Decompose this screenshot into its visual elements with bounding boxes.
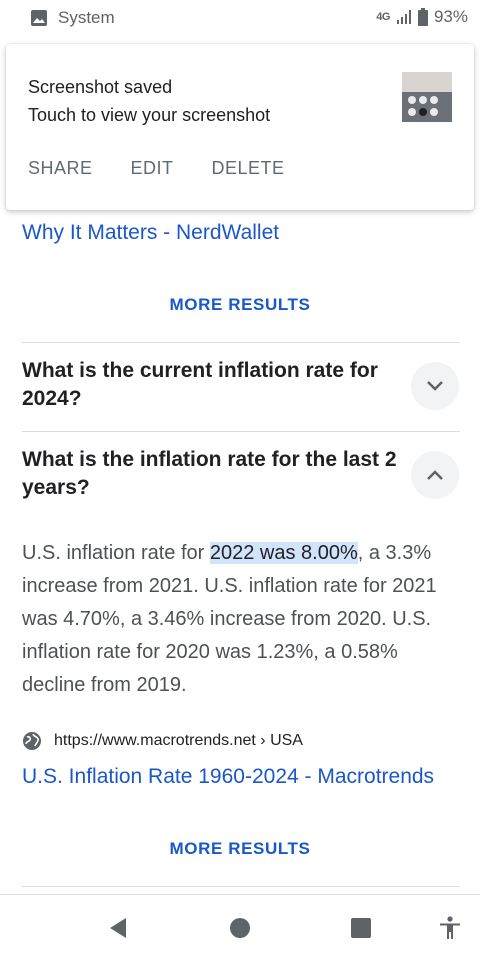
battery-icon (417, 8, 428, 26)
navigation-bar (0, 894, 480, 961)
status-left: System (30, 8, 115, 28)
delete-button[interactable]: DELETE (212, 158, 285, 179)
status-app-label: System (58, 8, 115, 27)
answer-before: U.S. inflation rate for (22, 542, 210, 564)
source-row: https://www.macrotrends.net › USA (22, 731, 303, 751)
battery-percent: 93% (433, 7, 468, 26)
screenshot-thumbnail[interactable] (402, 72, 452, 122)
back-icon[interactable] (106, 915, 132, 941)
notification-title: Screenshot saved (28, 77, 173, 97)
faq-question-last-two-years[interactable]: What is the inflation rate for the last … (22, 446, 397, 502)
chevron-up-icon (427, 470, 443, 480)
divider (22, 886, 460, 887)
screenshot-notification[interactable]: Screenshot saved Touch to view your scre… (6, 44, 474, 210)
expand-button[interactable] (411, 362, 459, 410)
faq-question-current-inflation[interactable]: What is the current inflation rate for 2… (22, 357, 397, 413)
notification-text[interactable]: Touch to view your screenshot (28, 105, 270, 126)
more-results-button[interactable]: MORE RESULTS (0, 839, 480, 859)
answer-highlight: 2022 was 8.00% (209, 542, 358, 564)
answer-text: U.S. inflation rate for 2022 was 8.00%, … (22, 537, 462, 702)
status-bar: System 4G 93% (0, 0, 480, 34)
divider (22, 431, 460, 432)
answer-after: , a 3.3% increase from 2021. U.S. inflat… (22, 542, 437, 696)
divider (22, 342, 460, 343)
chevron-down-icon (427, 381, 443, 391)
more-results-button[interactable]: MORE RESULTS (0, 295, 480, 315)
previous-result-link[interactable]: Why It Matters - NerdWallet (22, 221, 279, 245)
home-icon[interactable] (227, 915, 253, 941)
source-url: https://www.macrotrends.net › USA (54, 732, 303, 749)
notification-actions: SHARE EDIT DELETE (28, 158, 285, 179)
signal-icon (396, 10, 411, 24)
accessibility-icon[interactable] (437, 915, 463, 941)
image-icon (31, 10, 47, 26)
globe-icon (23, 732, 41, 750)
source-title-link[interactable]: U.S. Inflation Rate 1960-2024 - Macrotre… (22, 765, 434, 789)
recents-icon[interactable] (348, 915, 374, 941)
status-right: 4G 93% (376, 7, 468, 27)
edit-button[interactable]: EDIT (131, 158, 174, 179)
share-button[interactable]: SHARE (28, 158, 93, 179)
network-label: 4G (376, 11, 390, 23)
collapse-button[interactable] (411, 451, 459, 499)
